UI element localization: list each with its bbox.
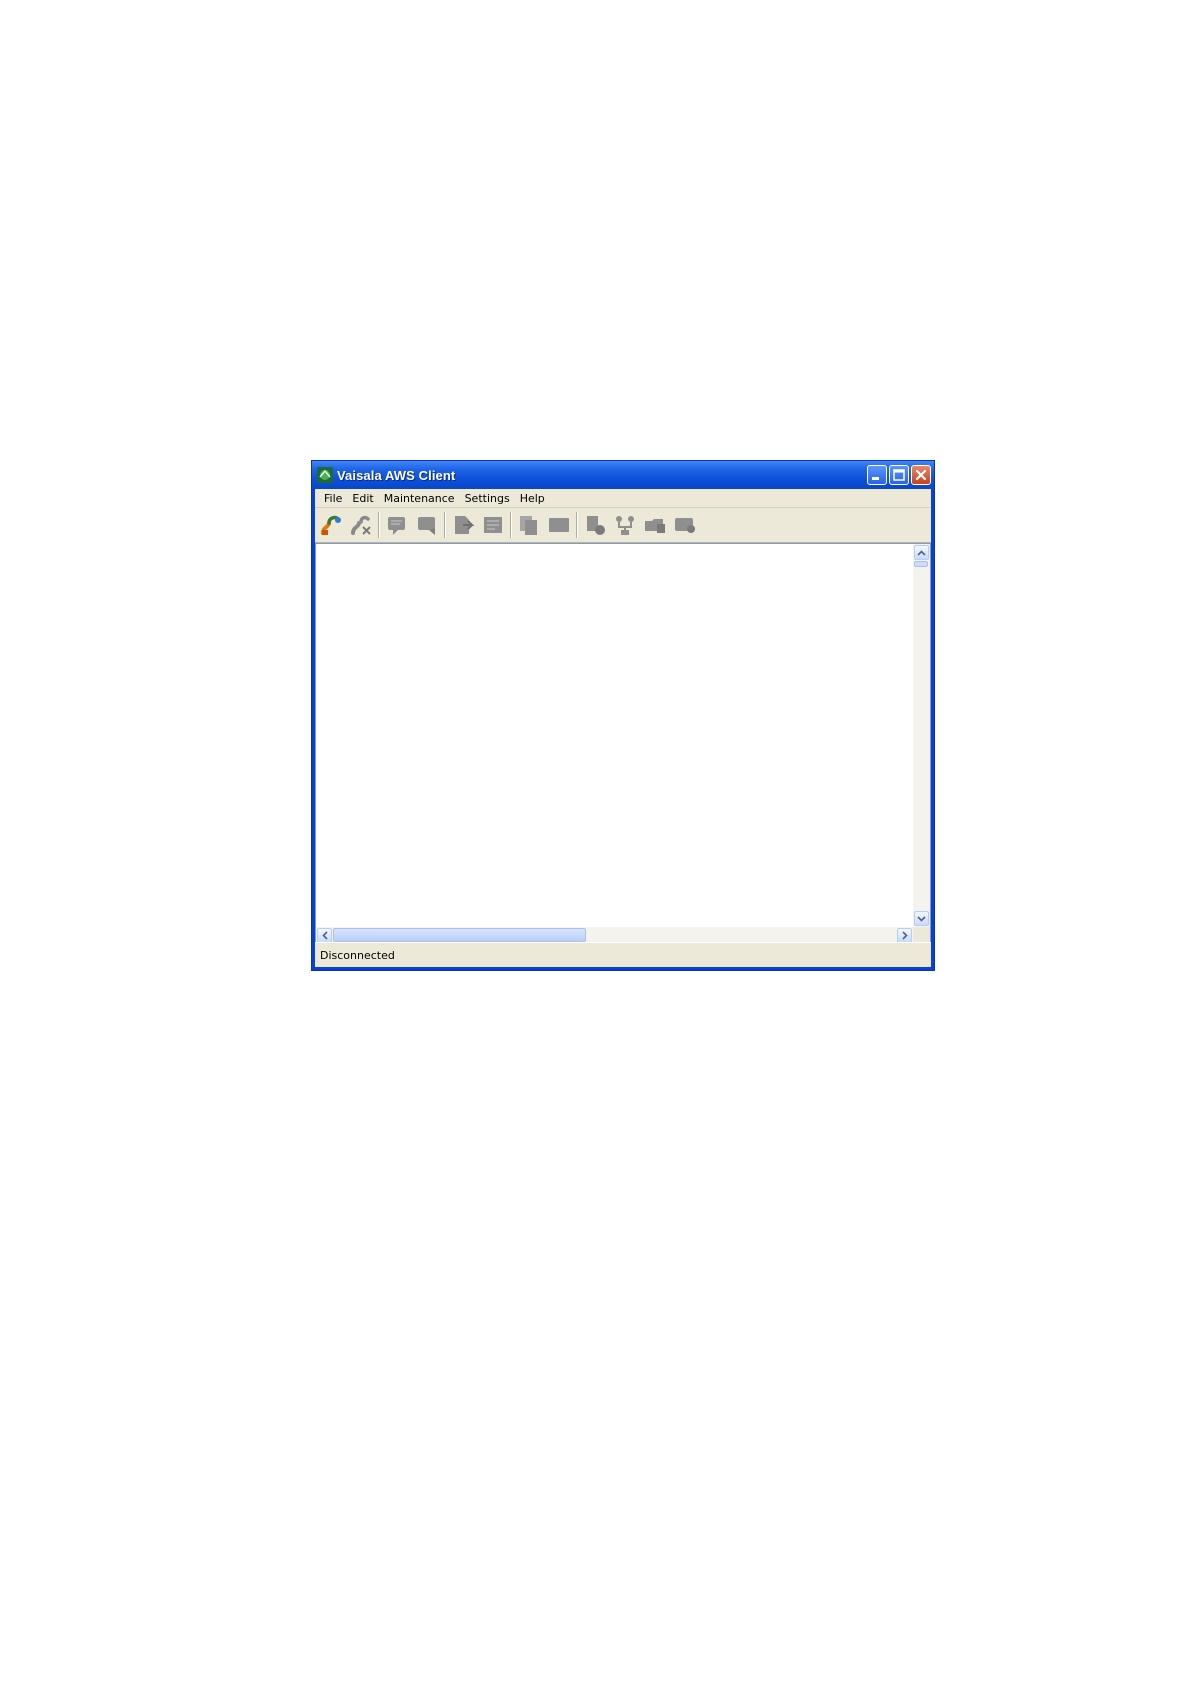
toolbar-separator	[510, 512, 512, 538]
document-list-button[interactable]	[480, 512, 506, 538]
disconnect-button[interactable]	[348, 512, 374, 538]
document-arrow-icon	[455, 516, 475, 534]
horizontal-scroll-thumb[interactable]	[333, 928, 586, 942]
menu-maintenance[interactable]: Maintenance	[379, 492, 460, 505]
vertical-scrollbar[interactable]	[913, 544, 930, 927]
minimize-button[interactable]	[867, 465, 887, 485]
database-icon	[587, 516, 605, 535]
message-edit-button[interactable]	[414, 512, 440, 538]
chevron-down-icon	[917, 915, 926, 922]
chevron-right-icon	[901, 931, 908, 940]
window-title: Vaisala AWS Client	[337, 467, 456, 483]
connection-status: Disconnected	[320, 948, 395, 962]
copy-icon	[520, 516, 537, 535]
document-list-icon	[484, 517, 502, 533]
title-bar[interactable]: Vaisala AWS Client	[312, 461, 934, 489]
horizontal-scrollbar[interactable]	[316, 927, 913, 943]
close-icon	[915, 469, 927, 481]
scroll-right-button[interactable]	[897, 928, 912, 943]
connect-icon	[321, 515, 341, 535]
app-logo-icon	[317, 467, 333, 483]
status-bar: Disconnected	[315, 942, 931, 967]
maximize-button[interactable]	[889, 465, 909, 485]
window-controls	[867, 465, 931, 485]
toolbar-separator	[378, 512, 380, 538]
toolbar-separator	[444, 512, 446, 538]
menu-edit[interactable]: Edit	[347, 492, 378, 505]
close-button[interactable]	[911, 465, 931, 485]
database-button[interactable]	[582, 512, 608, 538]
message-button[interactable]	[384, 512, 410, 538]
menu-file[interactable]: File	[319, 492, 347, 505]
menu-settings[interactable]: Settings	[460, 492, 515, 505]
menu-bar: File Edit Maintenance Settings Help	[315, 489, 931, 508]
maximize-icon	[893, 469, 905, 481]
scroll-left-button[interactable]	[317, 928, 332, 943]
main-content-pane[interactable]	[315, 543, 931, 944]
toolbar-separator	[576, 512, 578, 538]
chevron-up-icon	[917, 549, 926, 556]
folder-icon	[645, 519, 665, 533]
copy-button[interactable]	[516, 512, 542, 538]
minimize-icon	[872, 477, 879, 480]
chevron-left-icon	[321, 931, 328, 940]
toolbar	[315, 508, 931, 543]
folder-button[interactable]	[642, 512, 668, 538]
scroll-down-button[interactable]	[914, 911, 929, 926]
network-button[interactable]	[612, 512, 638, 538]
vertical-scroll-thumb[interactable]	[914, 561, 928, 567]
terminal-button[interactable]	[672, 512, 698, 538]
menu-help[interactable]: Help	[515, 492, 550, 505]
app-window: Vaisala AWS Client File Edit Maintenance…	[311, 460, 935, 971]
terminal-icon	[675, 518, 695, 533]
connect-button[interactable]	[318, 512, 344, 538]
client-area: File Edit Maintenance Settings Help Disc…	[315, 489, 931, 967]
message-edit-icon	[418, 517, 435, 535]
scrollbar-corner	[913, 927, 930, 943]
disconnect-icon	[351, 515, 371, 535]
message-icon	[388, 517, 405, 535]
document-arrow-button[interactable]	[450, 512, 476, 538]
screen-button[interactable]	[546, 512, 572, 538]
network-icon	[616, 516, 634, 535]
scroll-up-button[interactable]	[914, 545, 929, 560]
screen-icon	[549, 518, 569, 532]
